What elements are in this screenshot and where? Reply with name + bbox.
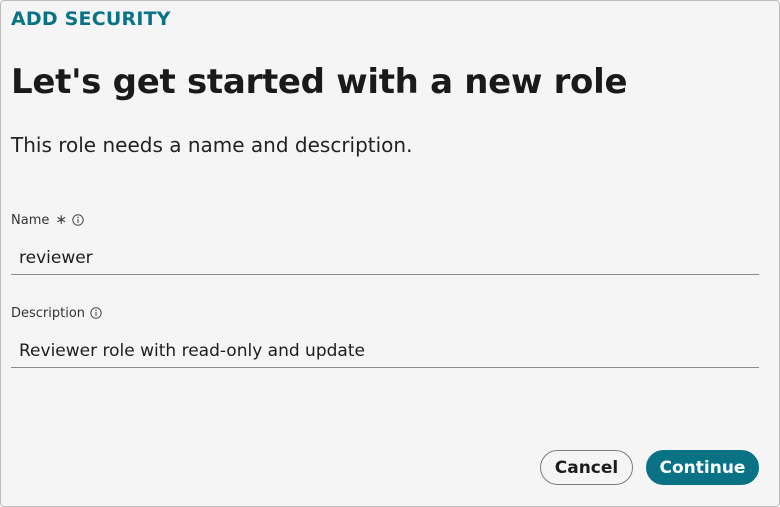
cancel-button[interactable]: Cancel — [540, 450, 633, 485]
name-input[interactable] — [11, 235, 759, 275]
continue-button[interactable]: Continue — [646, 450, 759, 485]
name-label: Name — [11, 212, 50, 228]
dialog-eyebrow: ADD SECURITY — [11, 8, 171, 30]
info-circle-icon[interactable] — [90, 307, 102, 319]
required-asterisk: ∗ — [55, 212, 68, 228]
info-circle-icon[interactable] — [72, 214, 84, 226]
description-label: Description — [11, 305, 86, 321]
description-field-group: Description — [11, 304, 759, 368]
dialog-subtitle: This role needs a name and description. — [11, 133, 413, 157]
add-role-dialog: ADD SECURITY Let's get started with a ne… — [0, 0, 780, 507]
dialog-title: Let's get started with a new role — [11, 62, 628, 102]
name-field-group: Name ∗ — [11, 211, 759, 275]
description-label-row: Description — [11, 304, 759, 322]
description-input[interactable] — [11, 328, 759, 368]
name-label-row: Name ∗ — [11, 211, 759, 229]
